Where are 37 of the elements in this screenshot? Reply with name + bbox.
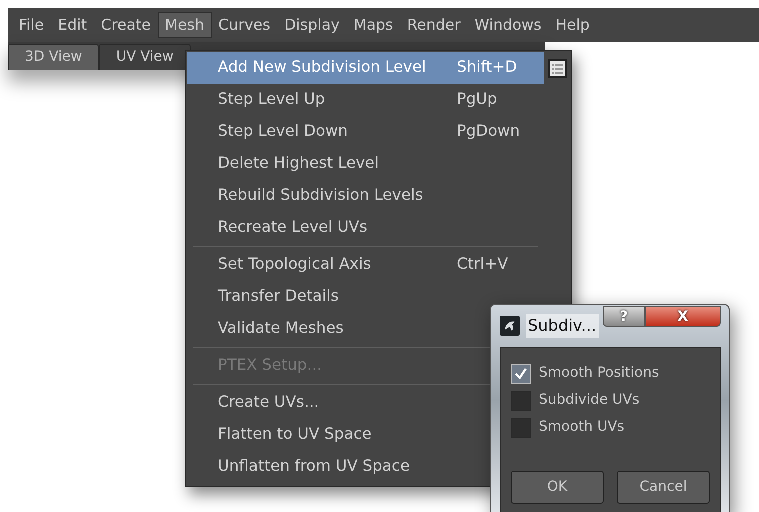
menu-item[interactable]: Render [400,12,468,38]
window-title: Subdiv... [526,314,599,338]
menu-item[interactable]: Set Topological Axis Ctrl+V [187,249,544,281]
dialog-button[interactable]: OK [511,471,604,504]
option-box-icon[interactable] [548,58,567,78]
menu-item[interactable]: Create [94,12,158,38]
menu-item[interactable]: Flatten to UV Space [187,419,465,451]
dialog-button[interactable]: Cancel [617,471,710,504]
menu-item[interactable]: Recreate Level UVs [187,212,465,244]
menu-item[interactable]: Help [548,12,597,38]
checkbox[interactable] [511,364,531,384]
checkbox-label: Smooth UVs [539,418,625,437]
menu-item[interactable]: Add New Subdivision Level Shift+D [187,52,544,84]
menu-item[interactable]: Maps [346,12,400,38]
menu-item[interactable]: Transfer Details [187,281,465,313]
menu-item[interactable]: Windows [468,12,549,38]
menu-item[interactable]: Curves [212,12,278,38]
check-icon [514,366,528,380]
checkbox[interactable] [511,418,531,438]
menu-item[interactable]: Step Level Up PgUp [187,84,544,116]
checkbox[interactable] [511,390,531,410]
menu-item[interactable]: Rebuild Subdivision Levels [187,180,465,212]
close-button[interactable]: X [645,306,721,327]
app-icon [500,316,520,336]
menu-item[interactable]: File [12,12,52,38]
menu-item[interactable]: Delete Highest Level [187,148,465,180]
menu-item[interactable]: Mesh [158,12,212,38]
checkbox-label: Smooth Positions [539,364,660,383]
tab[interactable]: UV View [99,44,191,70]
checkbox-label: Subdivide UVs [539,391,640,410]
menu-item[interactable]: Unflatten from UV Space [187,451,465,483]
menu-item[interactable]: Create UVs... [187,387,465,419]
menu-item[interactable]: Edit [51,12,94,38]
tab[interactable]: 3D View [8,44,100,70]
menu-item[interactable]: Validate Meshes [187,313,465,345]
menu-item[interactable]: Step Level Down PgDown [187,116,544,148]
menu-item[interactable]: Display [278,12,347,38]
